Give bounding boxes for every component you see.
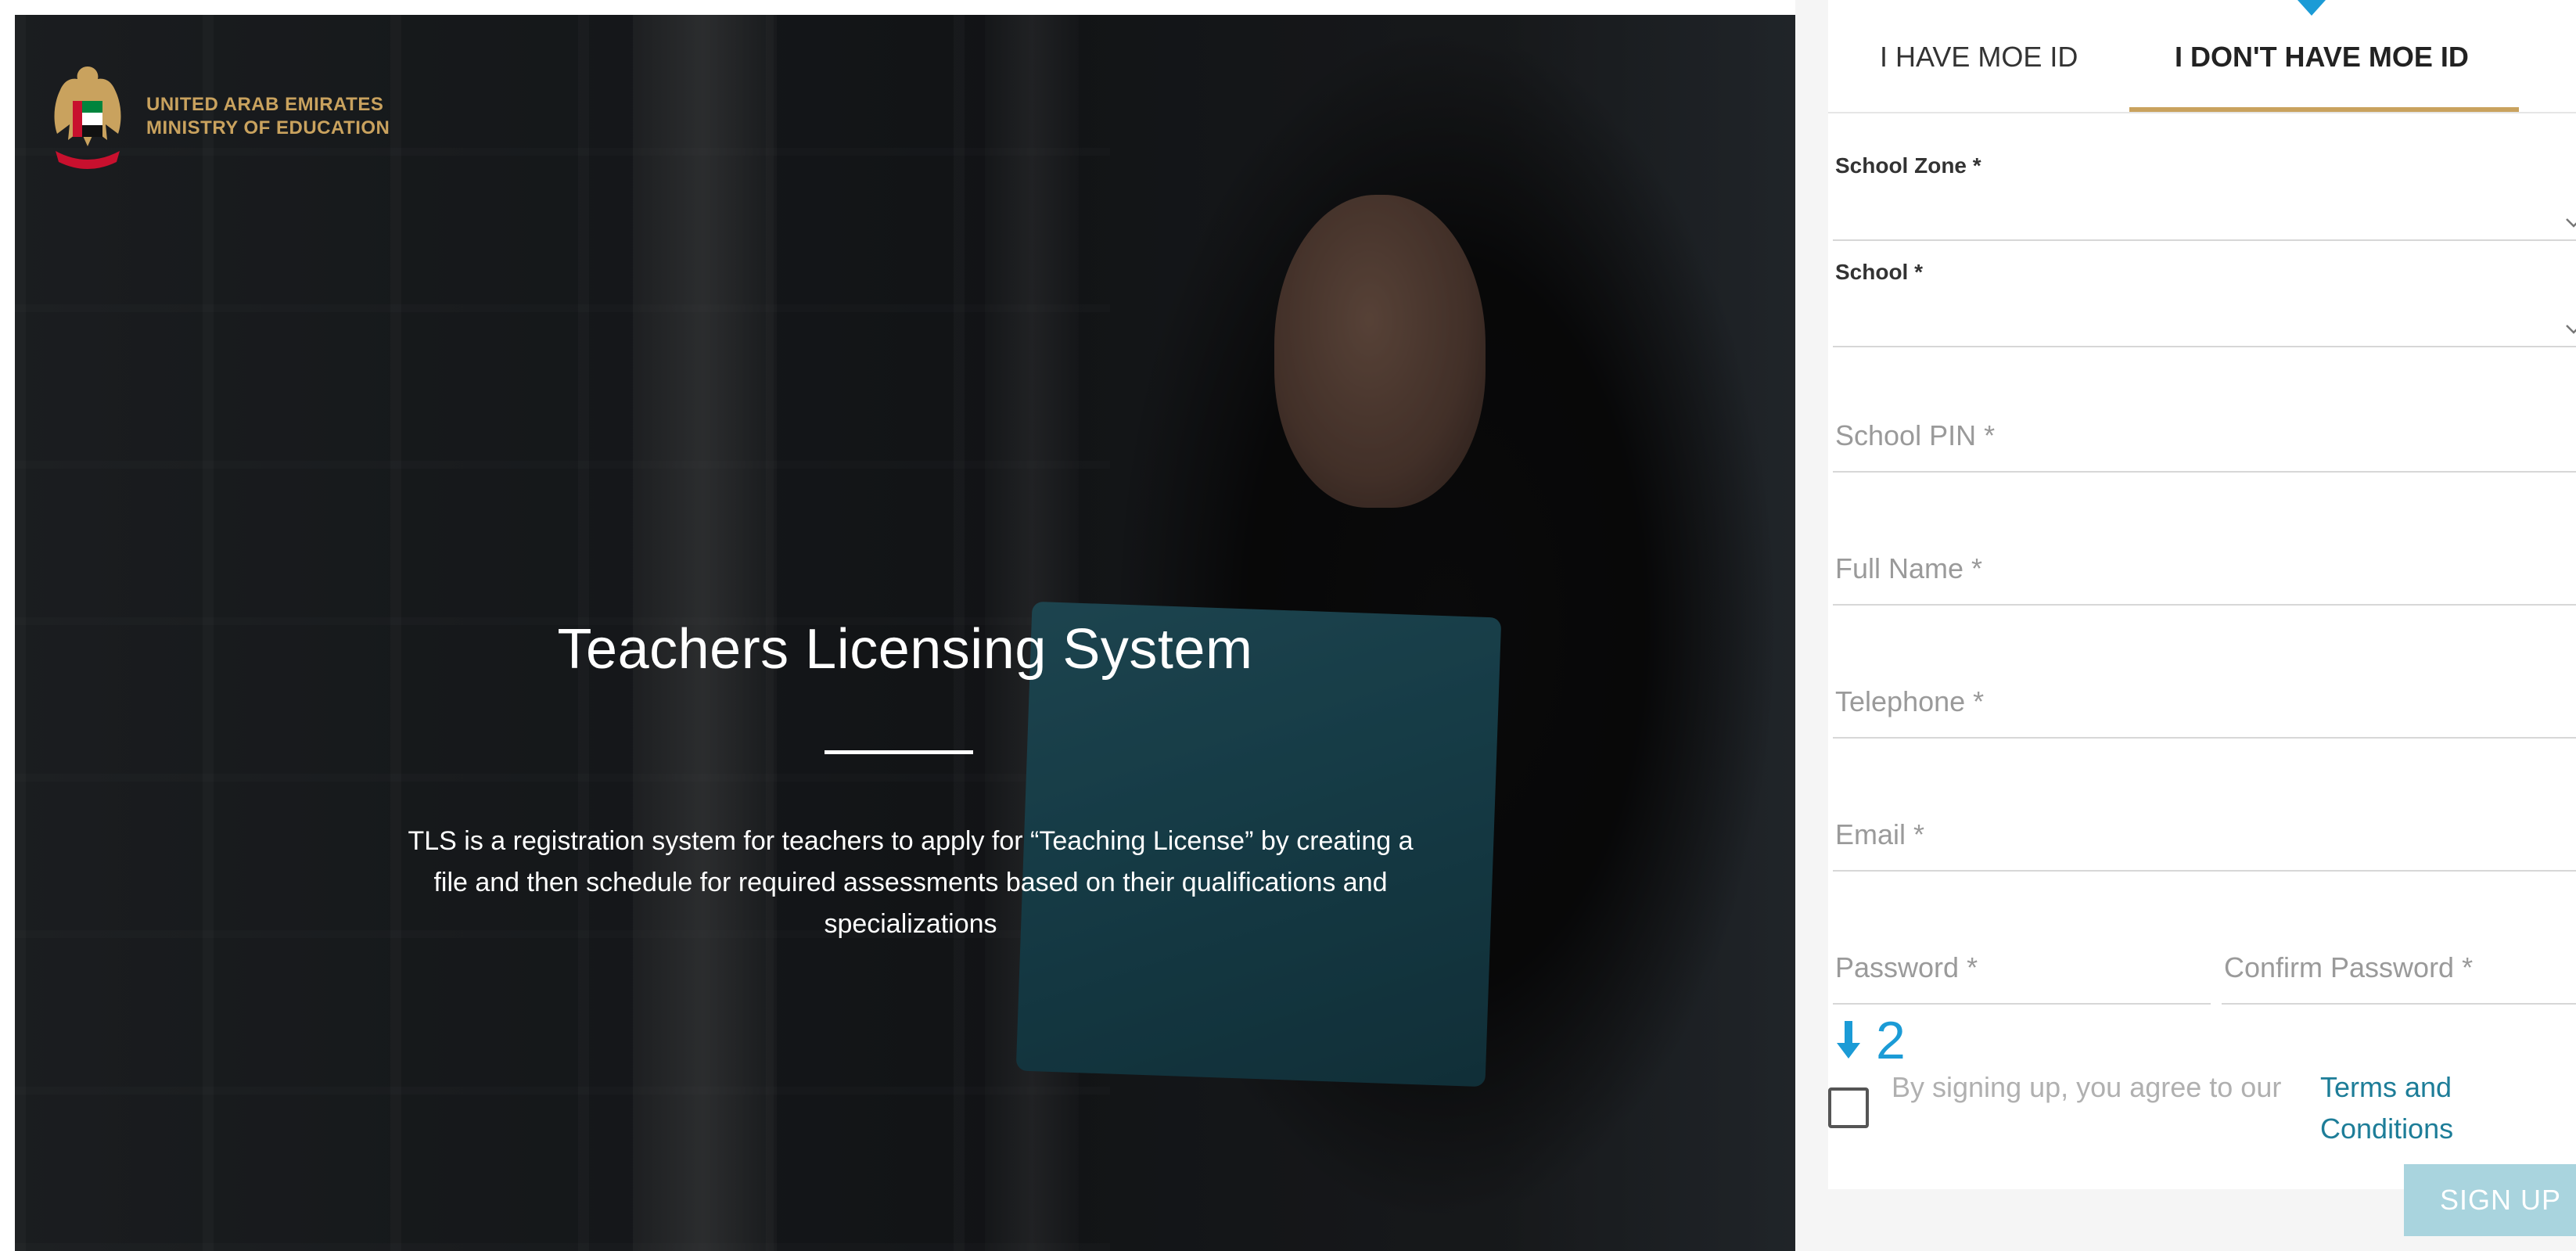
ministry-name-line1: UNITED ARAB EMIRATES bbox=[146, 94, 384, 115]
tab-dont-have-moe-id[interactable]: I DON'T HAVE MOE ID bbox=[2175, 41, 2469, 74]
password-input[interactable]: Password * bbox=[1833, 923, 2211, 1005]
telephone-input[interactable]: Telephone * bbox=[1833, 657, 2576, 739]
agree-terms-text: By signing up, you agree to our bbox=[1892, 1071, 2282, 1103]
tab-have-moe-id[interactable]: I HAVE MOE ID bbox=[1880, 41, 2078, 74]
down-arrow-icon bbox=[1837, 1021, 1860, 1059]
hero-description: TLS is a registration system for teacher… bbox=[408, 826, 1414, 939]
sign-up-button[interactable]: SIGN UP bbox=[2404, 1164, 2576, 1236]
full-name-input[interactable]: Full Name * bbox=[1833, 524, 2576, 606]
school-label: School * bbox=[1835, 260, 1924, 284]
email-label: Email * bbox=[1835, 818, 1925, 850]
ministry-logo[interactable]: UNITED ARAB EMIRATES MINISTRY OF EDUCATI… bbox=[46, 59, 390, 174]
chevron-down-icon bbox=[2566, 325, 2576, 334]
school-zone-label: School Zone * bbox=[1835, 153, 1981, 178]
active-tab-indicator bbox=[2129, 107, 2519, 112]
confirm-password-label: Confirm Password * bbox=[2224, 951, 2474, 983]
signup-tabs: I HAVE MOE ID I DON'T HAVE MOE ID bbox=[1828, 0, 2576, 113]
hero-photo-face bbox=[1274, 195, 1486, 508]
school-pin-input[interactable]: School PIN * bbox=[1833, 391, 2576, 473]
school-zone-select[interactable]: School Zone * bbox=[1833, 141, 2576, 241]
password-label: Password * bbox=[1835, 951, 1978, 983]
hero-banner: UNITED ARAB EMIRATES MINISTRY OF EDUCATI… bbox=[15, 15, 1795, 1251]
email-input[interactable]: Email * bbox=[1833, 790, 2576, 872]
hero-divider bbox=[825, 750, 973, 754]
school-pin-label: School PIN * bbox=[1835, 419, 1996, 451]
confirm-password-input[interactable]: Confirm Password * bbox=[2222, 923, 2576, 1005]
step-number: 2 bbox=[1876, 1011, 1906, 1070]
terms-and-conditions-link[interactable]: Terms and Conditions bbox=[2320, 1066, 2524, 1149]
step-annotation: 2 bbox=[1835, 1009, 1906, 1072]
agree-terms-checkbox[interactable] bbox=[1828, 1087, 1869, 1128]
full-name-label: Full Name * bbox=[1835, 552, 1983, 584]
hero-title: Teachers Licensing System bbox=[557, 618, 1253, 681]
ministry-name: UNITED ARAB EMIRATES MINISTRY OF EDUCATI… bbox=[146, 93, 390, 140]
telephone-label: Telephone * bbox=[1835, 685, 1985, 717]
ministry-name-line2: MINISTRY OF EDUCATION bbox=[146, 117, 390, 138]
school-select[interactable]: School * bbox=[1833, 247, 2576, 347]
chevron-down-icon bbox=[2566, 218, 2576, 228]
uae-falcon-emblem-icon bbox=[54, 67, 121, 169]
